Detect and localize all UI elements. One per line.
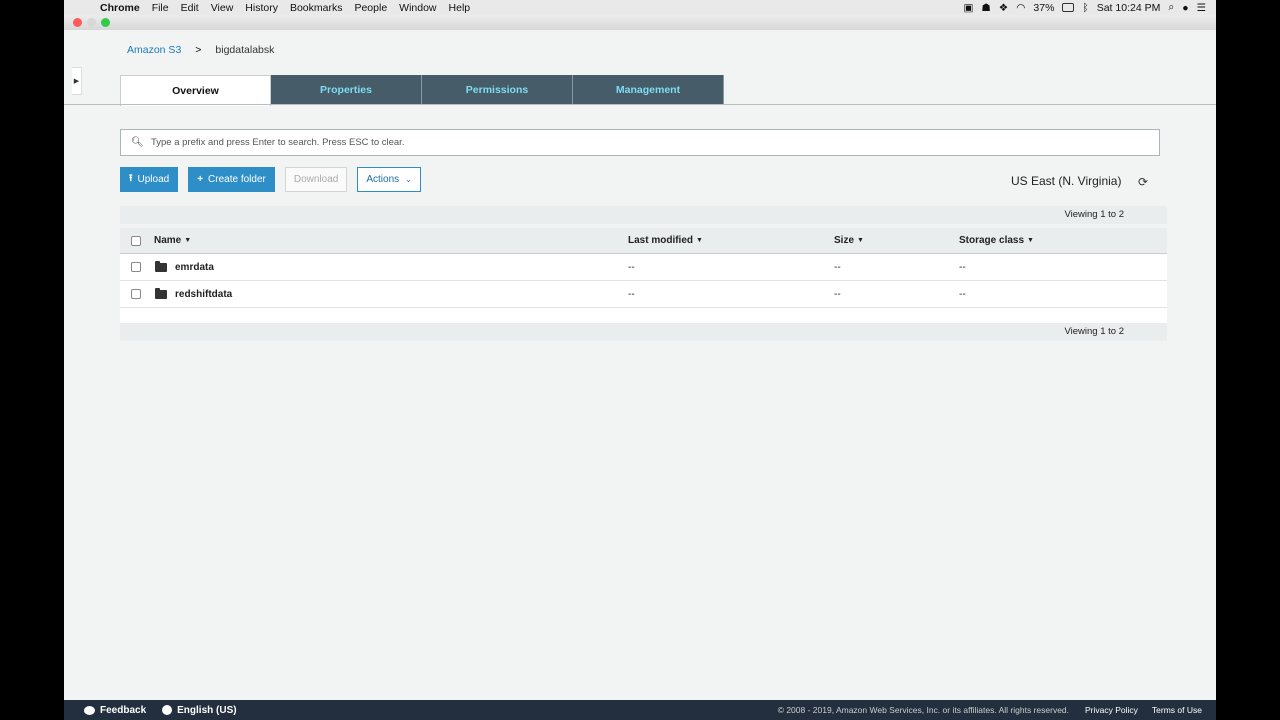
tab-properties[interactable]: Properties <box>271 75 422 105</box>
menu-bookmarks[interactable]: Bookmarks <box>290 2 343 14</box>
menu-help[interactable]: Help <box>449 2 471 14</box>
feedback-label: Feedback <box>100 704 147 716</box>
actions-label: Actions <box>366 174 400 185</box>
menu-view[interactable]: View <box>211 2 234 14</box>
search-input[interactable] <box>151 137 751 148</box>
header-storage-label: Storage class <box>959 235 1025 246</box>
tab-permissions[interactable]: Permissions <box>422 75 573 105</box>
breadcrumb-bucket: bigdatalabsk <box>215 44 275 56</box>
create-folder-button[interactable]: + Create folder <box>188 167 275 192</box>
row-size: -- <box>834 261 841 273</box>
language-label: English (US) <box>177 704 237 716</box>
upload-button[interactable]: ⭱ Upload <box>120 167 179 192</box>
action-toolbar: ⭱ Upload + Create folder Download Action… <box>120 167 421 192</box>
speech-bubble-icon <box>84 705 95 715</box>
screen-record-icon[interactable]: ▣ <box>963 2 973 14</box>
menu-edit[interactable]: Edit <box>181 2 199 14</box>
privacy-policy-link[interactable]: Privacy Policy <box>1085 705 1138 715</box>
menu-app-name[interactable]: Chrome <box>100 2 140 14</box>
sidebar-toggle[interactable]: ▶ <box>72 67 82 95</box>
window-titlebar <box>64 15 1216 30</box>
header-name[interactable]: Name ▼ <box>154 228 191 253</box>
minimize-window-button[interactable] <box>87 18 96 27</box>
menu-window[interactable]: Window <box>399 2 436 14</box>
row-size: -- <box>834 288 841 300</box>
menubar-status-area: ▣ ☗ ❖ ◠ 37% ᛒ Sat 10:24 PM ⌕ ● ☰ <box>963 1 1216 14</box>
header-last-modified[interactable]: Last modified ▼ <box>628 228 703 253</box>
row-name[interactable]: redshiftdata <box>175 289 232 300</box>
download-button[interactable]: Download <box>284 167 348 192</box>
header-size-label: Size <box>834 235 855 246</box>
row-checkbox[interactable] <box>131 262 141 272</box>
row-name[interactable]: emrdata <box>175 262 214 273</box>
create-folder-label: Create folder <box>208 174 266 185</box>
battery-icon[interactable] <box>1062 3 1075 12</box>
caret-right-icon: ▶ <box>73 78 80 85</box>
header-storage-class[interactable]: Storage class ▼ <box>959 228 1034 253</box>
row-storage-class: -- <box>959 288 966 300</box>
menu-file[interactable]: File <box>152 2 169 14</box>
bucket-tabs: Overview Properties Permissions Manageme… <box>120 75 724 106</box>
table-header: Name ▼ Last modified ▼ Size ▼ Storage class… <box>120 228 1167 254</box>
terms-of-use-link[interactable]: Terms of Use <box>1152 705 1202 715</box>
download-label: Download <box>293 174 339 185</box>
globe-icon <box>162 705 173 715</box>
viewing-count-top: Viewing 1 to 2 <box>120 206 1167 224</box>
menu-history[interactable]: History <box>245 2 278 14</box>
search-icon: 🔍︎ <box>131 137 144 148</box>
breadcrumb-amazon-s3[interactable]: Amazon S3 <box>127 44 181 56</box>
row-last-modified: -- <box>628 261 635 273</box>
siri-icon[interactable]: ● <box>1182 2 1188 14</box>
region-label: US East (N. Virginia) <box>1011 174 1122 188</box>
tab-divider <box>64 104 1216 105</box>
actions-dropdown[interactable]: Actions ⌄ <box>357 167 421 192</box>
upload-icon: ⭱ <box>129 173 133 184</box>
console-footer: Feedback English (US) © 2008 - 2019, Ama… <box>64 700 1216 720</box>
upload-label: Upload <box>137 174 170 185</box>
header-modified-label: Last modified <box>628 235 694 246</box>
close-window-button[interactable] <box>73 18 82 27</box>
sort-caret-icon: ▼ <box>857 237 864 244</box>
tab-overview[interactable]: Overview <box>120 75 271 106</box>
refresh-icon[interactable]: ⟳ <box>1138 175 1148 189</box>
tab-management[interactable]: Management <box>573 75 724 105</box>
breadcrumb: Amazon S3 > bigdatalabsk <box>127 44 274 56</box>
battery-percent: 37% <box>1033 1 1055 14</box>
folder-icon <box>155 260 167 272</box>
sort-caret-icon: ▼ <box>184 237 192 244</box>
dropbox-icon[interactable]: ❖ <box>999 2 1008 14</box>
menu-people[interactable]: People <box>354 2 387 14</box>
row-last-modified: -- <box>628 288 635 300</box>
plus-icon: + <box>197 174 204 185</box>
spotlight-search-icon[interactable]: ⌕ <box>1168 1 1174 14</box>
folder-icon <box>155 287 167 299</box>
select-all-checkbox[interactable] <box>131 235 141 246</box>
screen: Chrome File Edit View History Bookmarks … <box>0 0 1280 720</box>
notification-center-icon[interactable]: ☰ <box>1197 2 1206 14</box>
mac-menubar: Chrome File Edit View History Bookmarks … <box>64 0 1216 15</box>
docker-icon[interactable]: ☗ <box>981 2 990 14</box>
sort-caret-icon: ▼ <box>1027 237 1034 244</box>
header-name-label: Name <box>154 235 182 246</box>
row-checkbox[interactable] <box>131 289 141 299</box>
feedback-link[interactable]: Feedback <box>84 705 146 716</box>
copyright-text: © 2008 - 2019, Amazon Web Services, Inc.… <box>777 705 1070 715</box>
language-selector[interactable]: English (US) <box>162 704 237 716</box>
wifi-icon[interactable]: ◠ <box>1016 2 1025 14</box>
table-spacer <box>120 308 1167 323</box>
sort-caret-icon: ▼ <box>696 237 703 244</box>
table-row[interactable]: emrdata -- -- -- <box>120 254 1167 281</box>
breadcrumb-separator: > <box>195 44 202 56</box>
viewing-count-bottom: Viewing 1 to 2 <box>120 323 1167 341</box>
row-storage-class: -- <box>959 261 966 273</box>
header-size[interactable]: Size ▼ <box>834 228 864 253</box>
bluetooth-icon[interactable]: ᛒ <box>1082 2 1088 14</box>
s3-console: ▶ Amazon S3 > bigdatalabsk Overview Prop… <box>64 30 1216 700</box>
table-row[interactable]: redshiftdata -- -- -- <box>120 281 1167 308</box>
clock[interactable]: Sat 10:24 PM <box>1097 2 1161 14</box>
prefix-search: 🔍︎ <box>120 129 1160 156</box>
zoom-window-button[interactable] <box>101 18 110 27</box>
chevron-down-icon: ⌄ <box>405 175 412 184</box>
